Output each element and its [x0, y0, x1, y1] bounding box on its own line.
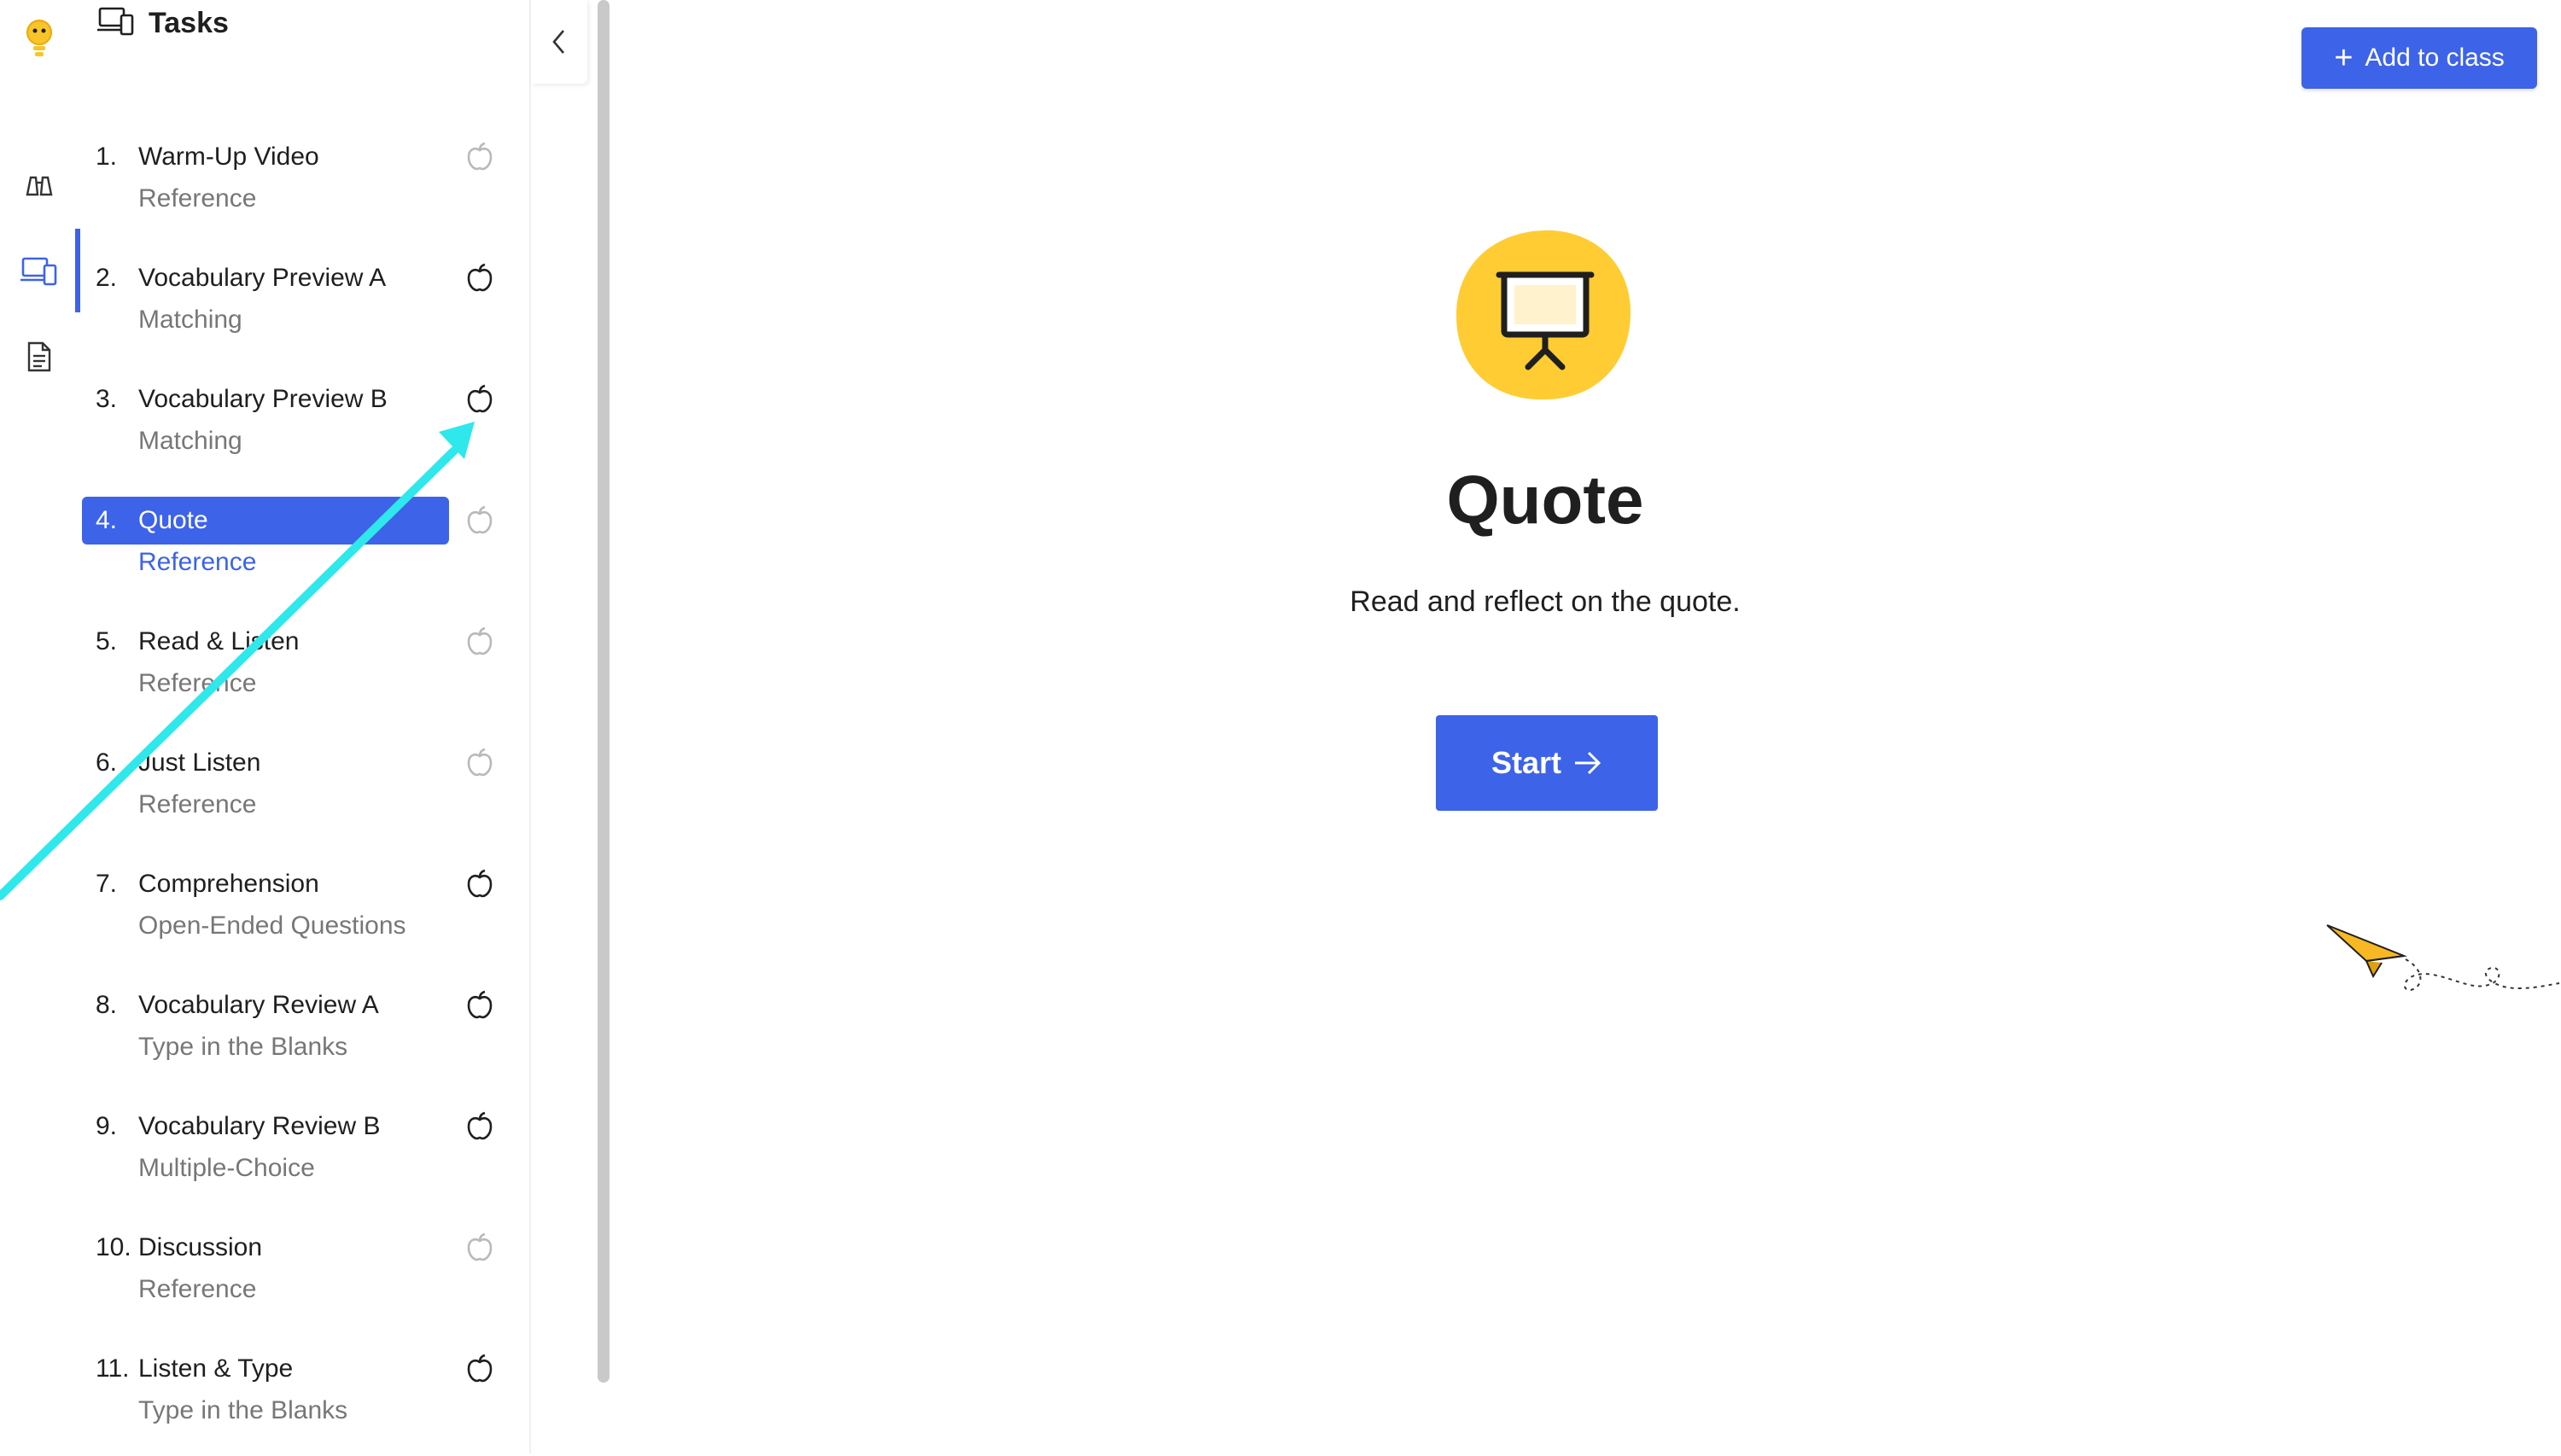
- task-type: Reference: [138, 790, 257, 818]
- add-to-class-label: Add to class: [2365, 44, 2505, 72]
- task-type: Reference: [138, 548, 257, 576]
- start-label: Start: [1491, 745, 1562, 780]
- task-title[interactable]: 2. Vocabulary Preview A: [82, 254, 449, 302]
- task-item[interactable]: 10. Discussion Reference: [82, 1224, 577, 1335]
- sidebar-scrollbar[interactable]: [598, 0, 610, 1383]
- task-item[interactable]: 3. Vocabulary Preview B Matching: [82, 376, 577, 486]
- task-title[interactable]: 11. Listen & Type: [82, 1345, 449, 1393]
- task-number: 9.: [96, 1112, 118, 1140]
- icon-rail: [0, 0, 80, 1453]
- task-title-text: Quote: [138, 506, 208, 534]
- start-button[interactable]: Start: [1436, 715, 1658, 811]
- task-number: 3.: [96, 385, 118, 413]
- task-title-text: Vocabulary Preview A: [138, 264, 387, 292]
- task-item[interactable]: 9. Vocabulary Review B Multiple-Choice: [82, 1103, 577, 1214]
- devices-icon[interactable]: [15, 248, 63, 295]
- apple-icon[interactable]: [464, 384, 495, 415]
- add-to-class-button[interactable]: + Add to class: [2301, 27, 2537, 89]
- task-number: 11.: [96, 1354, 130, 1383]
- task-item[interactable]: 11. Listen & Type Type in the Blanks: [82, 1345, 577, 1456]
- rail-active-indicator: [75, 229, 80, 312]
- task-type: Type in the Blanks: [138, 1033, 348, 1061]
- task-title-text: Vocabulary Review B: [138, 1112, 381, 1140]
- sidebar-header: Tasks: [97, 3, 229, 43]
- apple-icon[interactable]: [464, 1354, 495, 1384]
- task-item[interactable]: 7. Comprehension Open-Ended Questions: [82, 860, 577, 971]
- task-title-text: Read & Listen: [138, 627, 300, 655]
- task-item[interactable]: 8. Vocabulary Review A Type in the Blank…: [82, 981, 577, 1092]
- apple-icon[interactable]: [464, 263, 495, 294]
- task-type: Reference: [138, 184, 257, 213]
- presentation-board-icon: [1453, 227, 1634, 401]
- devices-icon: [97, 5, 135, 42]
- apple-icon[interactable]: [464, 142, 495, 172]
- task-title[interactable]: 5. Read & Listen: [82, 618, 449, 666]
- task-number: 8.: [96, 991, 118, 1019]
- task-title-text: Vocabulary Review A: [138, 991, 379, 1019]
- apple-icon[interactable]: [464, 748, 495, 778]
- paper-plane-icon: [2322, 918, 2561, 1004]
- apple-icon[interactable]: [464, 1111, 495, 1142]
- task-number: 7.: [96, 870, 118, 898]
- task-title-text: Listen & Type: [138, 1354, 294, 1383]
- lightbulb-logo-icon[interactable]: [15, 15, 63, 63]
- task-title[interactable]: 9. Vocabulary Review B: [82, 1103, 449, 1150]
- task-title[interactable]: 10. Discussion: [82, 1224, 449, 1272]
- task-type: Reference: [138, 1275, 257, 1303]
- task-item[interactable]: 4. Quote Reference: [82, 497, 577, 608]
- task-type: Reference: [138, 669, 257, 697]
- task-type: Matching: [138, 306, 242, 334]
- apple-icon[interactable]: [464, 505, 495, 536]
- task-title-text: Warm-Up Video: [138, 143, 319, 171]
- chevron-left-icon: [552, 30, 564, 54]
- task-item[interactable]: 6. Just Listen Reference: [82, 739, 577, 850]
- task-number: 10.: [96, 1233, 131, 1261]
- task-title-text: Discussion: [138, 1233, 263, 1261]
- plus-icon: +: [2334, 40, 2354, 76]
- task-title-text: Comprehension: [138, 870, 319, 898]
- task-type: Multiple-Choice: [138, 1154, 315, 1182]
- page-description: Read and reflect on the quote.: [1350, 585, 1741, 618]
- apple-icon[interactable]: [464, 626, 495, 657]
- sidebar-title: Tasks: [149, 6, 229, 39]
- apple-icon[interactable]: [464, 1232, 495, 1263]
- task-sidebar: Tasks 1. Warm-Up Video Reference 2. Voca…: [82, 0, 610, 1453]
- binoculars-icon[interactable]: [15, 162, 63, 210]
- task-number: 6.: [96, 748, 118, 777]
- task-title[interactable]: 8. Vocabulary Review A: [82, 981, 449, 1029]
- task-title-text: Just Listen: [138, 748, 261, 777]
- task-title[interactable]: 4. Quote: [82, 497, 449, 545]
- page-title: Quote: [1446, 462, 1644, 538]
- task-type: Matching: [138, 427, 242, 455]
- task-number: 5.: [96, 627, 118, 655]
- task-item[interactable]: 1. Warm-Up Video Reference: [82, 133, 577, 244]
- task-type: Type in the Blanks: [138, 1396, 348, 1424]
- apple-icon[interactable]: [464, 990, 495, 1021]
- collapse-sidebar-button[interactable]: [531, 0, 587, 84]
- task-title[interactable]: 1. Warm-Up Video: [82, 133, 449, 181]
- task-type: Open-Ended Questions: [138, 911, 406, 940]
- task-number: 1.: [96, 143, 118, 171]
- task-item[interactable]: 2. Vocabulary Preview A Matching: [82, 254, 577, 365]
- arrow-right-icon: [1575, 751, 1601, 775]
- task-title[interactable]: 6. Just Listen: [82, 739, 449, 787]
- task-item[interactable]: 5. Read & Listen Reference: [82, 618, 577, 729]
- task-title[interactable]: 3. Vocabulary Preview B: [82, 376, 449, 423]
- task-number: 4.: [96, 506, 118, 534]
- task-title-text: Vocabulary Preview B: [138, 385, 388, 413]
- document-icon[interactable]: [15, 333, 63, 381]
- task-number: 2.: [96, 264, 118, 292]
- task-title[interactable]: 7. Comprehension: [82, 860, 449, 908]
- apple-icon[interactable]: [464, 869, 495, 900]
